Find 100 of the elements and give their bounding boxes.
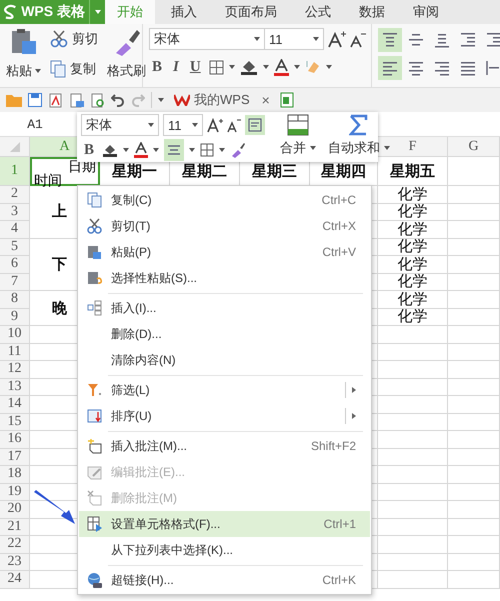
font-color-icon xyxy=(274,58,289,76)
ribbon-tab[interactable]: 页面布局 xyxy=(213,0,289,24)
row-header[interactable]: 12 xyxy=(0,361,30,378)
save-icon xyxy=(28,93,42,107)
column-header[interactable]: F xyxy=(378,137,448,157)
font-select[interactable]: 宋体 xyxy=(149,28,265,50)
row-header[interactable]: 1 xyxy=(0,157,30,186)
close-icon[interactable]: × xyxy=(262,92,270,108)
table-cell xyxy=(448,186,500,204)
table-cell: 星期五 xyxy=(378,157,448,186)
bold-button[interactable]: B xyxy=(149,56,166,78)
row-header[interactable]: 4 xyxy=(0,221,30,238)
table-cell: 化学 xyxy=(378,291,448,308)
table-cell xyxy=(448,518,500,536)
row-header[interactable]: 15 xyxy=(0,414,30,431)
ribbon-tab[interactable]: 插入 xyxy=(159,0,209,24)
row-header[interactable]: 17 xyxy=(0,448,30,466)
caret-icon xyxy=(153,148,160,152)
font-size-select[interactable]: 11 xyxy=(163,114,203,136)
row-header[interactable]: 11 xyxy=(0,344,30,361)
row-header[interactable]: 6 xyxy=(0,256,30,274)
row-header[interactable]: 5 xyxy=(0,238,30,256)
table-cell xyxy=(448,256,500,274)
table-cell xyxy=(448,466,500,484)
print-icon xyxy=(69,92,84,108)
table-cell xyxy=(448,414,500,431)
row-header[interactable]: 16 xyxy=(0,431,30,448)
align-icon xyxy=(459,31,477,49)
caret-icon xyxy=(158,98,164,102)
row-header[interactable]: 7 xyxy=(0,274,30,291)
ribbon-tab[interactable]: 审阅 xyxy=(401,0,451,24)
name-box[interactable]: A1 xyxy=(0,116,70,132)
format-painter-button[interactable]: 格式刷 xyxy=(107,28,146,80)
globe-link-icon xyxy=(86,572,102,588)
row-header[interactable]: 19 xyxy=(0,484,30,501)
row-header[interactable]: 14 xyxy=(0,396,30,414)
table-cell: 化学 xyxy=(378,221,448,238)
format-cells-icon xyxy=(86,516,102,532)
table-cell xyxy=(448,238,500,256)
align-center-icon xyxy=(167,144,182,156)
menu-item[interactable]: 设置单元格格式(F)... Ctrl+1 xyxy=(79,511,370,537)
align-button[interactable] xyxy=(378,56,402,80)
italic-button[interactable]: I xyxy=(170,56,182,78)
align-center-button[interactable] xyxy=(164,139,184,161)
table-cell xyxy=(448,344,500,361)
underline-button[interactable]: U xyxy=(186,56,204,78)
align-icon xyxy=(459,59,477,77)
filter-icon xyxy=(86,382,102,398)
wrap-text-icon xyxy=(248,118,262,132)
row-header[interactable]: 3 xyxy=(0,204,30,221)
row-header[interactable]: 10 xyxy=(0,326,30,344)
copy-button[interactable]: 复制 xyxy=(47,58,101,80)
column-header[interactable]: G xyxy=(448,137,500,157)
table-cell xyxy=(448,554,500,571)
paste-button[interactable]: 粘贴 xyxy=(6,28,41,80)
select-all-icon xyxy=(10,142,20,152)
align-icon xyxy=(433,59,451,77)
row-header[interactable]: 21 xyxy=(0,518,30,536)
table-cell xyxy=(448,378,500,396)
cut-button[interactable]: 剪切 xyxy=(47,28,101,50)
table-cell xyxy=(448,571,500,588)
row-header[interactable]: 2 xyxy=(0,186,30,204)
row-header[interactable]: 20 xyxy=(0,501,30,518)
row-header[interactable]: 8 xyxy=(0,291,30,308)
table-cell: 化学 xyxy=(378,204,448,221)
copy-icon xyxy=(86,192,102,208)
table-cell xyxy=(448,536,500,554)
table-cell xyxy=(448,308,500,326)
row-header[interactable]: 18 xyxy=(0,466,30,484)
paste-icon xyxy=(86,244,102,260)
wrap-text-button[interactable] xyxy=(245,115,265,135)
row-header[interactable]: 24 xyxy=(0,571,30,588)
table-cell: 化学 xyxy=(378,274,448,291)
font-select[interactable]: 宋体 xyxy=(81,114,159,136)
caret-icon xyxy=(313,37,319,41)
row-header[interactable]: 13 xyxy=(0,378,30,396)
caret-icon xyxy=(228,65,235,69)
scissors-icon xyxy=(86,218,102,234)
caret-icon xyxy=(189,148,196,152)
edit-comment-icon xyxy=(86,464,102,480)
row-header[interactable]: 22 xyxy=(0,536,30,554)
insert-cells-icon xyxy=(86,300,102,316)
ribbon-tab[interactable]: 公式 xyxy=(293,0,343,24)
spreadsheet-icon xyxy=(280,92,294,108)
table-cell xyxy=(448,326,500,344)
document-tab[interactable]: 我的WPS × xyxy=(170,91,274,109)
align-button[interactable] xyxy=(378,28,402,52)
caret-icon xyxy=(310,146,316,150)
bold-button[interactable]: B xyxy=(81,140,98,160)
row-header[interactable]: 23 xyxy=(0,554,30,571)
table-cell xyxy=(448,484,500,501)
paste-special-icon xyxy=(86,270,102,286)
table-cell xyxy=(448,448,500,466)
ribbon-tab[interactable]: 数据 xyxy=(347,0,397,24)
row-header[interactable]: 9 xyxy=(0,308,30,326)
merge-button[interactable]: 合并 xyxy=(277,138,319,158)
cell-text: 时间 xyxy=(34,173,63,187)
fill-color-icon xyxy=(240,59,258,75)
font-size-select[interactable]: 11 xyxy=(264,28,324,50)
table-cell xyxy=(448,396,500,414)
